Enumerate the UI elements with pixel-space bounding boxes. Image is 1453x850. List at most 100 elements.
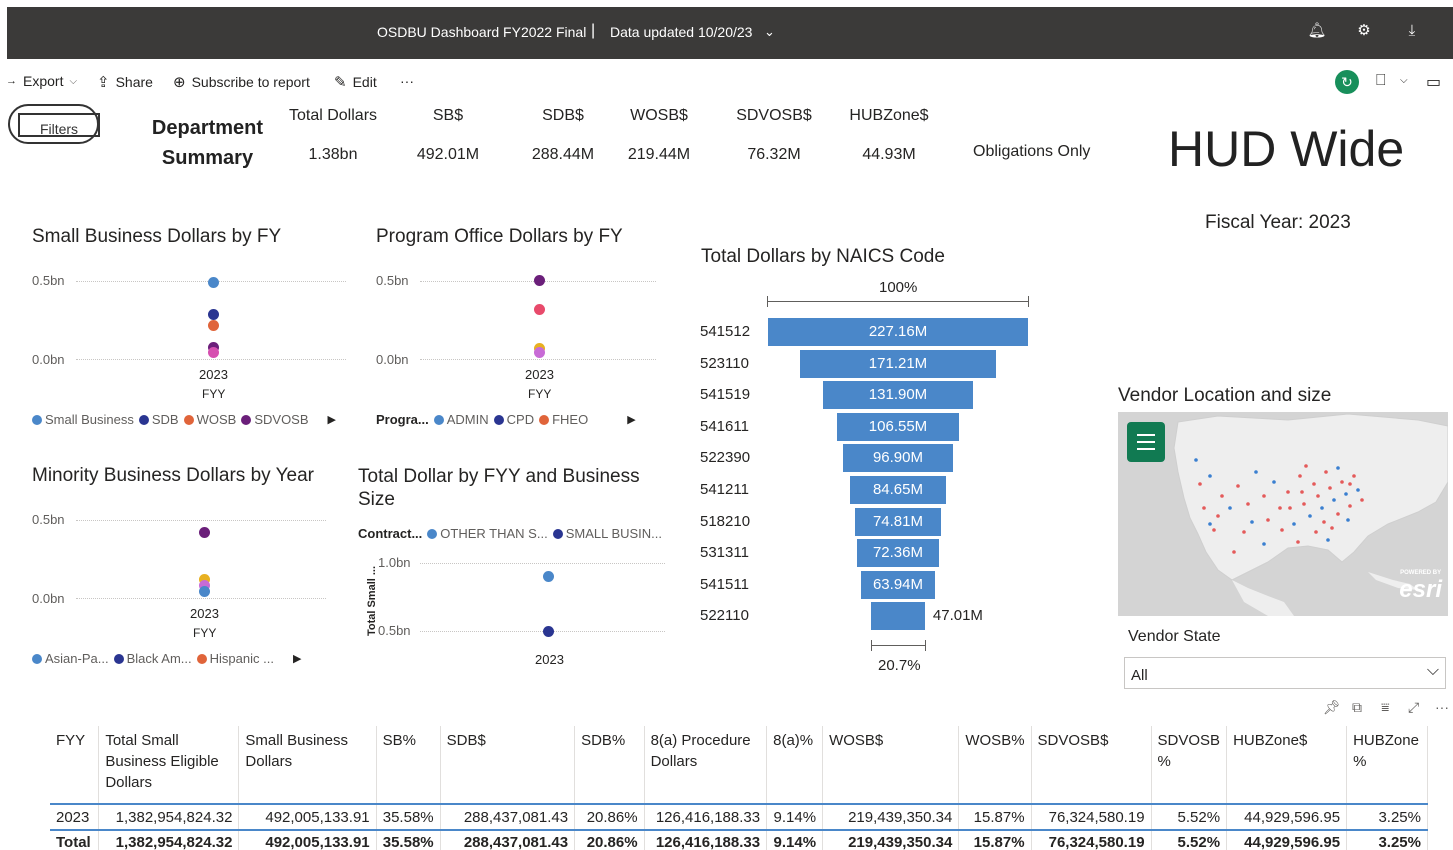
column-header[interactable]: 8(a)%	[766, 726, 824, 804]
column-header[interactable]: WOSB$	[822, 726, 960, 804]
vendor-marker[interactable]	[1232, 550, 1236, 554]
vendor-marker[interactable]	[1272, 480, 1276, 484]
vendor-marker[interactable]	[1216, 514, 1220, 518]
funnel-bar[interactable]: 171.21M	[800, 349, 996, 378]
focus-mode-icon[interactable]: ⤢	[1408, 699, 1419, 716]
vendor-marker[interactable]	[1298, 474, 1302, 478]
vendor-marker[interactable]	[1208, 522, 1212, 526]
funnel-bar[interactable]: 84.65M	[849, 476, 947, 504]
column-header[interactable]: Total Small Business Eligible Dollars	[98, 726, 240, 804]
vendor-marker[interactable]	[1262, 542, 1266, 546]
vendor-marker[interactable]	[1296, 540, 1300, 544]
vendor-marker[interactable]	[1346, 518, 1350, 522]
vendor-map[interactable]: POWERED BY esri	[1118, 412, 1448, 616]
funnel-bar[interactable]: 63.94M	[861, 570, 935, 599]
filter-icon[interactable]: ⩸	[1381, 699, 1390, 716]
vendor-marker[interactable]	[1254, 470, 1258, 474]
funnel-bar[interactable]: 106.55M	[837, 412, 959, 441]
share-button[interactable]: ⇪ Share	[97, 73, 153, 91]
export-button[interactable]: → Export ⌵	[6, 73, 77, 89]
table-row[interactable]: 2023 1,382,954,824.32 492,005,133.91 35.…	[50, 803, 1428, 830]
vendor-marker[interactable]	[1304, 464, 1308, 468]
legend-item-small-business[interactable]: SMALL BUSIN...	[552, 526, 662, 541]
funnel-bar[interactable]: 131.90M	[822, 381, 974, 410]
vendor-marker[interactable]	[1360, 498, 1364, 502]
bell-icon[interactable]: 🔔︎	[1307, 21, 1327, 41]
vendor-marker[interactable]	[1328, 486, 1332, 490]
view-icon[interactable]: ▭	[1426, 72, 1441, 92]
column-header[interactable]: Small Business Dollars	[238, 726, 377, 804]
vendor-marker[interactable]	[1308, 514, 1312, 518]
refresh-icon[interactable]: ↻	[1335, 70, 1359, 94]
vendor-marker[interactable]	[1348, 482, 1352, 486]
vendor-marker[interactable]	[1316, 494, 1320, 498]
data-point[interactable]	[534, 347, 545, 358]
column-header[interactable]: SDB$	[440, 726, 576, 804]
legend-item-small-business[interactable]: Small Business	[32, 412, 134, 427]
vendor-marker[interactable]	[1242, 530, 1246, 534]
vendor-marker[interactable]	[1330, 526, 1334, 530]
vendor-marker[interactable]	[1280, 528, 1284, 532]
data-updated[interactable]: Data updated 10/20/23	[610, 24, 752, 40]
vendor-marker[interactable]	[1288, 506, 1292, 510]
funnel-bar[interactable]: 74.81M	[855, 507, 941, 536]
funnel-bar[interactable]: 72.36M	[856, 539, 940, 568]
vendor-marker[interactable]	[1292, 522, 1296, 526]
legend-item-other-than-small[interactable]: OTHER THAN S...	[427, 526, 548, 541]
bookmark-icon[interactable]: ⎕	[1376, 72, 1386, 90]
legend-item-black-american[interactable]: Black Am...	[113, 651, 192, 666]
legend-item-admin[interactable]: ADMIN	[433, 412, 489, 427]
column-header[interactable]: WOSB%	[958, 726, 1032, 804]
vendor-marker[interactable]	[1194, 458, 1198, 462]
chevron-down-icon[interactable]: ⌄	[764, 24, 775, 40]
download-icon[interactable]: ⤓	[1402, 21, 1422, 41]
data-point[interactable]	[208, 309, 219, 321]
vendor-marker[interactable]	[1278, 506, 1282, 510]
vendor-marker[interactable]	[1322, 520, 1326, 524]
legend-item-hispanic[interactable]: Hispanic ...	[196, 651, 274, 666]
vendor-marker[interactable]	[1348, 504, 1352, 508]
vendor-marker[interactable]	[1208, 474, 1212, 478]
subscribe-button[interactable]: ⊕ Subscribe to report	[173, 73, 310, 91]
legend-item-wosb[interactable]: WOSB	[183, 412, 236, 427]
vendor-marker[interactable]	[1340, 480, 1344, 484]
column-header[interactable]: SDVOSB %	[1151, 726, 1228, 804]
vendor-marker[interactable]	[1332, 498, 1336, 502]
legend-item-fheo[interactable]: FHEO	[539, 412, 588, 427]
legend-next-icon[interactable]: ▶	[627, 413, 635, 426]
vendor-marker[interactable]	[1198, 482, 1202, 486]
vendor-marker[interactable]	[1228, 506, 1232, 510]
data-point[interactable]	[208, 347, 219, 358]
vendor-marker[interactable]	[1266, 518, 1270, 522]
vendor-marker[interactable]	[1356, 488, 1360, 492]
data-point[interactable]	[208, 277, 219, 289]
vendor-marker[interactable]	[1326, 538, 1330, 542]
vendor-marker[interactable]	[1250, 520, 1254, 524]
vendor-marker[interactable]	[1320, 506, 1324, 510]
data-point[interactable]	[199, 586, 210, 597]
legend-item-sdb[interactable]: SDB	[138, 412, 179, 427]
vendor-state-dropdown[interactable]: All ⌵	[1124, 657, 1446, 689]
data-point[interactable]	[534, 304, 545, 315]
data-point[interactable]	[543, 571, 554, 582]
copy-icon[interactable]: ⧉	[1352, 699, 1362, 716]
legend-item-asian-pacific[interactable]: Asian-Pa...	[32, 651, 109, 666]
vendor-marker[interactable]	[1220, 494, 1224, 498]
vendor-marker[interactable]	[1336, 466, 1340, 470]
pin-icon[interactable]: 📌︎	[1323, 699, 1341, 716]
legend-item-cpd[interactable]: CPD	[493, 412, 534, 427]
vendor-marker[interactable]	[1236, 484, 1240, 488]
legend-item-sdvosb[interactable]: SDVOSB	[241, 412, 309, 427]
data-point[interactable]	[199, 527, 210, 538]
column-header[interactable]: SDB%	[574, 726, 645, 804]
more-options-icon[interactable]: ···	[1435, 699, 1449, 715]
data-point[interactable]	[208, 319, 219, 331]
funnel-bar[interactable]: 227.16M	[768, 318, 1028, 346]
vendor-marker[interactable]	[1314, 530, 1318, 534]
vendor-marker[interactable]	[1312, 482, 1316, 486]
vendor-marker[interactable]	[1302, 502, 1306, 506]
gear-icon[interactable]: ⚙	[1354, 21, 1374, 41]
vendor-marker[interactable]	[1336, 512, 1340, 516]
hamburger-menu-icon[interactable]	[1127, 422, 1165, 462]
data-point[interactable]	[543, 626, 554, 637]
